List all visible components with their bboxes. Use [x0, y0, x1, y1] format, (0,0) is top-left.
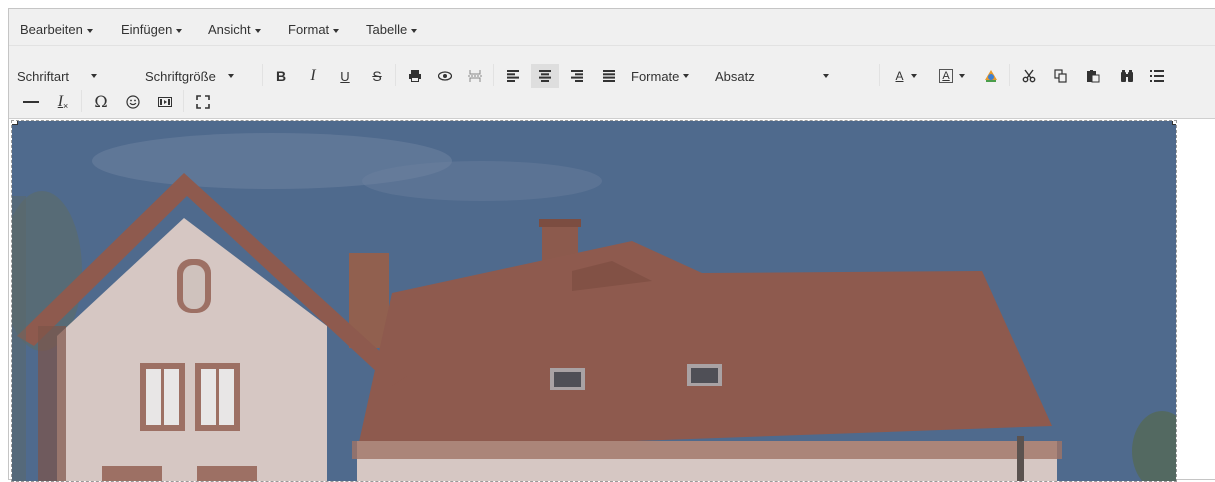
- paragraph-select[interactable]: Absatz: [715, 64, 875, 88]
- media-button[interactable]: [151, 90, 179, 114]
- strikethrough-label: S: [372, 68, 382, 84]
- toolbar-separator: [879, 64, 880, 86]
- align-right-button[interactable]: [563, 64, 591, 88]
- fullscreen-icon: [196, 95, 210, 109]
- toolbar-separator: [1009, 64, 1010, 86]
- rich-text-editor: Bearbeiten Einfügen Ansicht Format Tabel…: [8, 8, 1215, 482]
- menu-format-label: Format: [288, 22, 330, 37]
- align-left-icon: [507, 70, 519, 82]
- align-justify-button[interactable]: [595, 64, 623, 88]
- formats-select[interactable]: Formate: [631, 64, 711, 88]
- menu-bearbeiten[interactable]: Bearbeiten: [20, 22, 93, 37]
- toolbar-separator: [81, 90, 82, 112]
- text-color-label: A: [895, 69, 904, 83]
- pagebreak-button[interactable]: [461, 64, 489, 88]
- caret-down-icon: [254, 28, 261, 33]
- underline-button[interactable]: U: [331, 64, 359, 88]
- italic-button[interactable]: I: [299, 64, 327, 88]
- scissors-icon: [1022, 69, 1036, 83]
- font-size-select[interactable]: Schriftgröße: [145, 64, 261, 88]
- pagebreak-icon: [468, 70, 482, 82]
- paragraph-label: Absatz: [715, 68, 755, 84]
- caret-down-icon: [683, 74, 690, 78]
- binoculars-icon: [1121, 70, 1133, 82]
- italic-label: I: [310, 67, 316, 84]
- cut-button[interactable]: [1015, 64, 1043, 88]
- font-size-label: Schriftgröße: [145, 68, 216, 84]
- emoji-button[interactable]: [119, 90, 147, 114]
- menu-einfuegen-label: Einfügen: [121, 22, 173, 37]
- house-image: [12, 121, 1176, 481]
- editor-content-area[interactable]: [11, 120, 1177, 482]
- resize-handle[interactable]: [1172, 121, 1176, 125]
- align-right-icon: [571, 70, 583, 82]
- align-center-icon: [539, 70, 551, 82]
- toolbar-separator: [493, 64, 494, 86]
- text-color-button[interactable]: A: [885, 64, 927, 88]
- align-justify-icon: [603, 70, 615, 82]
- menu-format[interactable]: Format: [288, 22, 340, 37]
- toolbar-separator: [395, 64, 396, 86]
- menu-ansicht-label: Ansicht: [208, 22, 251, 37]
- menu-ansicht[interactable]: Ansicht: [208, 22, 261, 37]
- caret-down-icon: [411, 28, 418, 33]
- menu-bearbeiten-label: Bearbeiten: [20, 22, 83, 37]
- print-button[interactable]: [401, 64, 429, 88]
- horizontal-rule-icon: [23, 101, 39, 103]
- bold-button[interactable]: B: [267, 64, 295, 88]
- caret-down-icon: [822, 74, 829, 78]
- preview-icon: [438, 71, 452, 81]
- bullet-list-button[interactable]: [1143, 64, 1171, 88]
- media-icon: [158, 97, 172, 107]
- preview-button[interactable]: [431, 64, 459, 88]
- bullet-list-icon: [1150, 70, 1164, 82]
- caret-down-icon: [333, 28, 340, 33]
- print-icon: [409, 70, 421, 82]
- underline-label: U: [340, 68, 350, 84]
- copy-button[interactable]: [1047, 64, 1075, 88]
- clear-format-button[interactable]: I ×: [49, 90, 77, 114]
- bold-label: B: [275, 68, 287, 84]
- image-icon: [985, 70, 997, 82]
- caret-down-icon: [176, 28, 183, 33]
- caret-down-icon: [227, 74, 234, 78]
- font-family-label: Schriftart: [17, 68, 70, 84]
- fullscreen-button[interactable]: [189, 90, 217, 114]
- emoticon-icon: [126, 95, 140, 109]
- special-char-button[interactable]: Ω: [87, 90, 115, 114]
- copy-icon: [1054, 69, 1067, 83]
- image-button[interactable]: [977, 64, 1005, 88]
- caret-down-icon: [958, 74, 965, 78]
- strikethrough-button[interactable]: S: [363, 64, 391, 88]
- toolbar-separator: [262, 64, 263, 86]
- paste-button[interactable]: [1079, 64, 1107, 88]
- caret-down-icon: [910, 74, 917, 78]
- find-button[interactable]: [1113, 64, 1141, 88]
- clear-x-icon: ×: [63, 101, 69, 111]
- align-left-button[interactable]: [499, 64, 527, 88]
- align-center-button[interactable]: [531, 64, 559, 88]
- menu-tabelle[interactable]: Tabelle: [366, 22, 418, 37]
- horizontal-rule-button[interactable]: [17, 90, 45, 114]
- background-color-label: A: [939, 69, 953, 83]
- paste-icon: [1087, 70, 1100, 83]
- font-family-select[interactable]: Schriftart: [17, 64, 139, 88]
- background-color-button[interactable]: A: [931, 64, 973, 88]
- menubar: Bearbeiten Einfügen Ansicht Format Tabel…: [9, 9, 1215, 46]
- menu-einfuegen[interactable]: Einfügen: [121, 22, 183, 37]
- resize-handle[interactable]: [12, 121, 18, 125]
- menu-tabelle-label: Tabelle: [366, 22, 408, 37]
- toolbar-separator: [183, 90, 184, 112]
- caret-down-icon: [91, 74, 98, 78]
- toolbar: Schriftart Schriftgröße B I U S Formate …: [9, 46, 1215, 119]
- special-char-label: Ω: [94, 92, 108, 111]
- formats-label: Formate: [631, 68, 680, 84]
- caret-down-icon: [86, 28, 93, 33]
